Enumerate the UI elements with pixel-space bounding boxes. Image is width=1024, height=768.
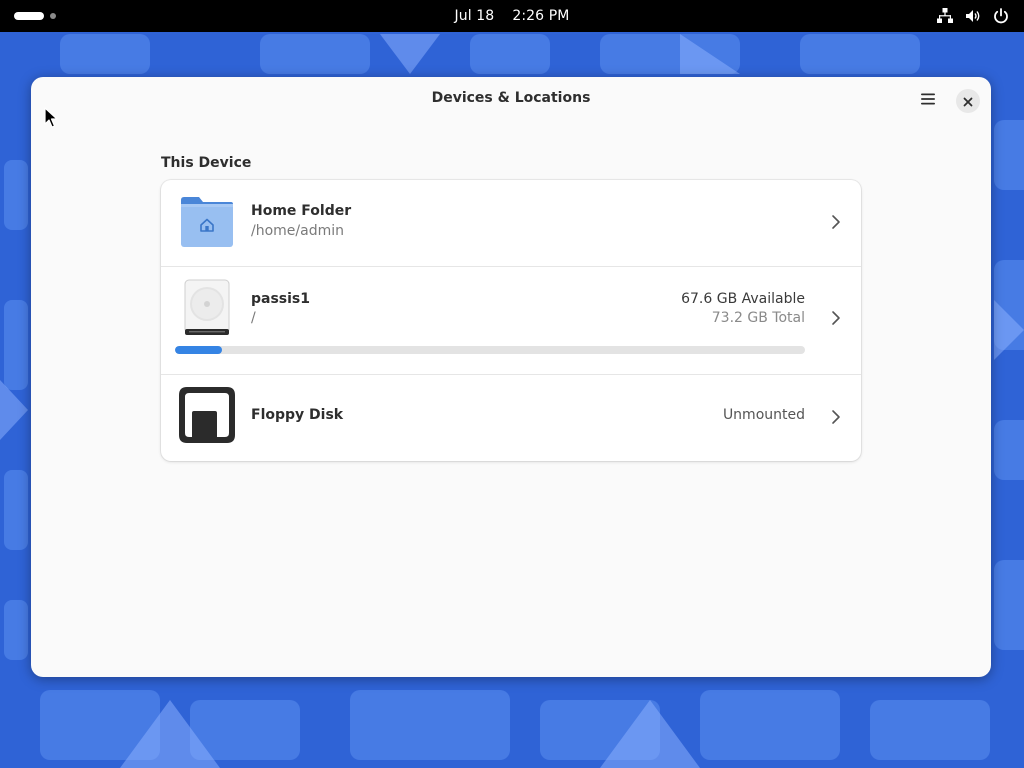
home-folder-icon	[179, 194, 235, 254]
mouse-cursor-icon	[44, 107, 58, 133]
device-name: passis1	[251, 291, 311, 307]
section-label: This Device	[161, 155, 252, 171]
device-name: Home Folder	[251, 203, 352, 219]
device-status: Unmounted	[722, 407, 805, 423]
device-path: /	[251, 310, 256, 326]
chevron-right-icon	[831, 214, 841, 234]
disk-usage-fill	[175, 346, 223, 354]
device-total-space: 73.2 GB Total	[711, 310, 805, 326]
device-list: Home Folder /home/admin passis1 / 67.6 G…	[161, 180, 861, 461]
clock-date: Jul 18	[454, 8, 495, 24]
top-bar: Jul 18 2:26 PM	[0, 0, 1024, 32]
clock[interactable]: Jul 18 2:26 PM	[0, 0, 1024, 32]
device-row-floppy-disk[interactable]: Floppy Disk Unmounted	[161, 374, 861, 461]
disk-usage-bar	[175, 346, 805, 354]
close-button[interactable]	[956, 89, 980, 113]
device-path: /home/admin	[251, 223, 344, 239]
device-row-home-folder[interactable]: Home Folder /home/admin	[161, 180, 861, 266]
close-icon	[963, 92, 973, 111]
floppy-disk-icon	[179, 387, 235, 447]
main-menu-button[interactable]	[913, 87, 943, 113]
devices-window: Devices & Locations This Device Home Fol…	[31, 77, 991, 677]
window-title: Devices & Locations	[431, 90, 591, 106]
volume-icon[interactable]	[964, 7, 982, 25]
system-tray[interactable]	[936, 7, 1010, 25]
chevron-right-icon	[831, 409, 841, 429]
device-name: Floppy Disk	[251, 407, 344, 423]
chevron-right-icon	[831, 310, 841, 330]
device-available-space: 67.6 GB Available	[681, 291, 805, 307]
network-wired-icon[interactable]	[936, 7, 954, 25]
clock-time: 2:26 PM	[512, 8, 570, 24]
device-row-passis1[interactable]: passis1 / 67.6 GB Available 73.2 GB Tota…	[161, 266, 861, 374]
hard-disk-icon	[183, 279, 231, 341]
power-icon[interactable]	[992, 7, 1010, 25]
hamburger-menu-icon	[920, 91, 936, 110]
